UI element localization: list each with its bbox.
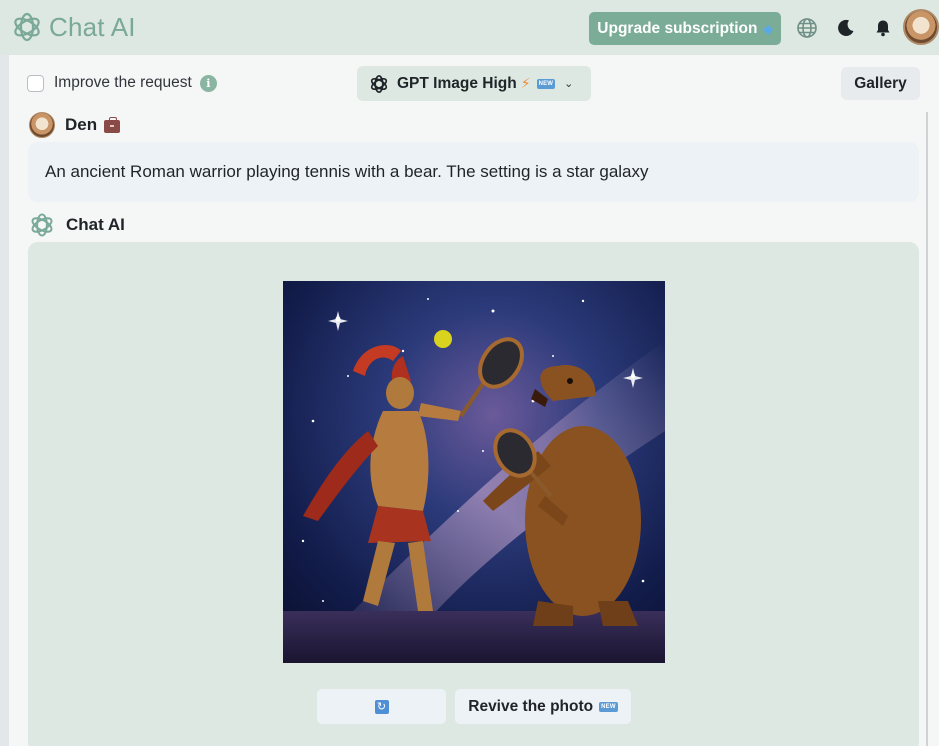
globe-icon[interactable] (795, 16, 819, 40)
gallery-button[interactable]: Gallery (841, 67, 920, 100)
brand-name: Chat AI (49, 11, 136, 42)
user-message: An ancient Roman warrior playing tennis … (28, 142, 919, 202)
user-avatar[interactable] (903, 9, 939, 45)
improve-request-toggle[interactable]: Improve the request i (27, 74, 217, 92)
bell-icon[interactable] (871, 16, 895, 40)
lightning-icon: ⚡ (520, 75, 531, 91)
upgrade-label: Upgrade subscription (597, 19, 758, 37)
new-badge: NEW (599, 701, 618, 712)
model-name: GPT Image High (397, 74, 517, 92)
openai-model-icon (370, 74, 388, 93)
refresh-icon: ↻ (374, 699, 389, 714)
model-selector[interactable]: GPT Image High ⚡ NEW ⌄ (357, 66, 591, 101)
left-gutter (0, 55, 9, 746)
assistant-message-header: Chat AI (29, 212, 125, 238)
regenerate-button[interactable]: ↻ (317, 689, 446, 724)
assistant-name: Chat AI (66, 215, 125, 234)
brand[interactable]: Chat AI (11, 11, 136, 43)
revive-photo-button[interactable]: Revive the photo NEW (455, 689, 631, 724)
gem-icon: ◆ (763, 21, 773, 36)
upgrade-subscription-button[interactable]: Upgrade subscription ◆ (589, 12, 781, 45)
app-header: Chat AI Upgrade subscription ◆ (0, 0, 939, 55)
improve-label: Improve the request (54, 74, 192, 91)
openai-logo-icon (14, 12, 40, 42)
user-name: Den (65, 115, 98, 134)
user-message-header: Den (29, 112, 121, 138)
moon-icon[interactable] (834, 16, 858, 40)
openai-logo-icon (31, 213, 53, 237)
briefcase-icon (104, 116, 121, 133)
avatar (29, 112, 55, 138)
generated-image[interactable] (283, 281, 665, 663)
scrollbar[interactable] (926, 112, 928, 746)
new-badge: NEW (536, 78, 556, 89)
revive-label: Revive the photo (468, 697, 594, 715)
chevron-down-icon: ⌄ (564, 78, 574, 90)
improve-checkbox[interactable] (27, 74, 44, 92)
info-icon[interactable]: i (199, 74, 217, 92)
